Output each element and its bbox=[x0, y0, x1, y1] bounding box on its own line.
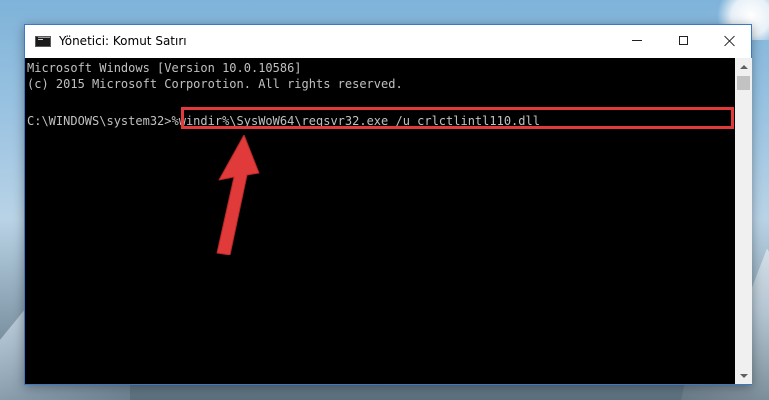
console-output-area[interactable]: Microsoft Windows [Version 10.0.10586] (… bbox=[25, 58, 735, 384]
console-copyright-line: (c) 2015 Microsoft Corporotion. All righ… bbox=[27, 77, 403, 91]
scroll-down-button[interactable] bbox=[735, 367, 752, 384]
maximize-icon bbox=[678, 36, 688, 45]
pointer-arrow-icon bbox=[216, 135, 260, 255]
chevron-down-icon bbox=[739, 373, 748, 378]
minimize-icon bbox=[632, 40, 642, 41]
console-prompt: C:\WINDOWS\system32> bbox=[27, 114, 172, 128]
vertical-scrollbar[interactable] bbox=[735, 58, 752, 384]
chevron-up-icon bbox=[739, 64, 748, 69]
console-version-line: Microsoft Windows [Version 10.0.10586] bbox=[27, 61, 302, 75]
scrollbar-thumb[interactable] bbox=[737, 76, 750, 90]
command-highlight-box bbox=[181, 107, 734, 129]
maximize-button[interactable] bbox=[660, 25, 706, 56]
window-title: Yönetici: Komut Satırı bbox=[59, 34, 187, 48]
minimize-button[interactable] bbox=[614, 25, 660, 56]
window-titlebar[interactable]: Yönetici: Komut Satırı bbox=[25, 25, 751, 58]
close-button[interactable] bbox=[706, 25, 752, 56]
command-prompt-window[interactable]: Yönetici: Komut Satırı Microsoft Windows… bbox=[24, 24, 752, 385]
close-icon bbox=[724, 35, 735, 46]
cmd-icon[interactable] bbox=[35, 36, 51, 47]
scroll-up-button[interactable] bbox=[735, 58, 752, 75]
